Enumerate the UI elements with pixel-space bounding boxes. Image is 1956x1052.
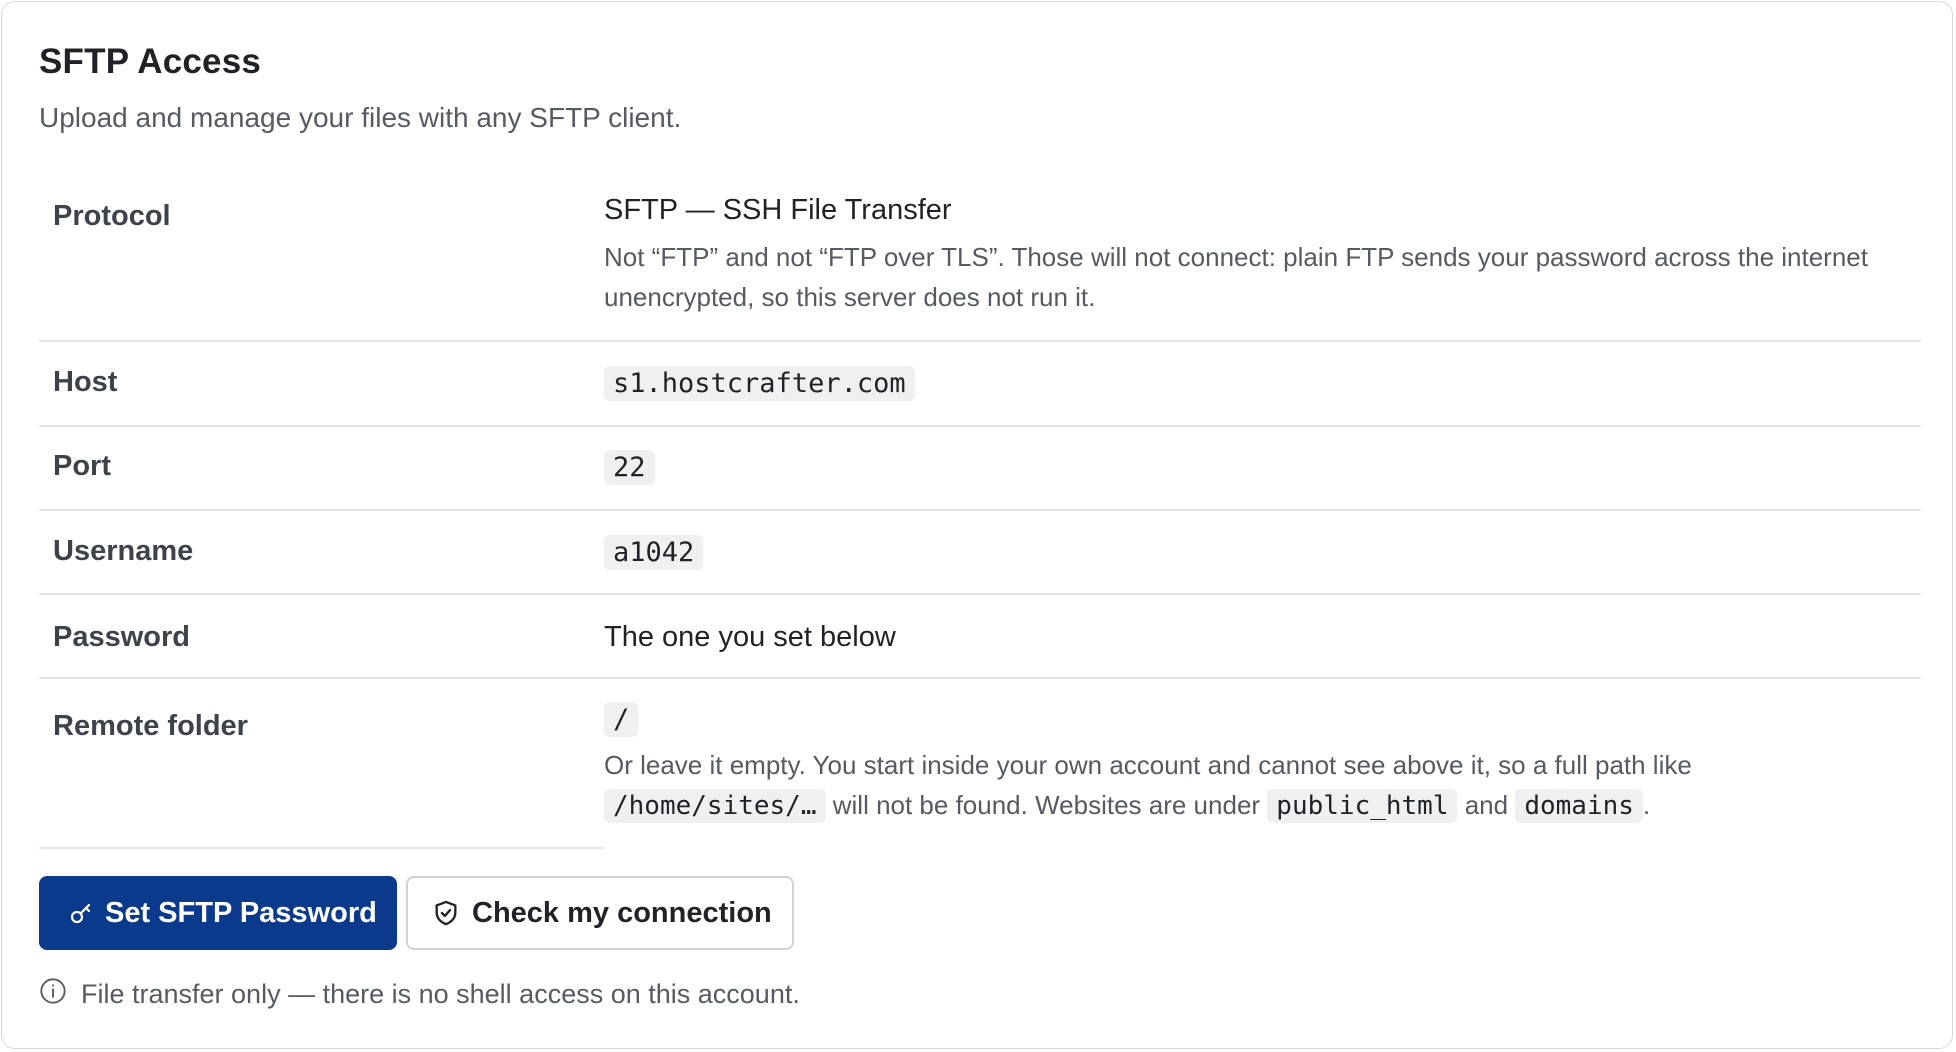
- username-value[interactable]: a1042: [604, 535, 704, 570]
- footer-text: File transfer only — there is no shell a…: [81, 979, 800, 1009]
- host-value[interactable]: s1.hostcrafter.com: [604, 366, 915, 401]
- port-cell: 22: [604, 450, 1921, 509]
- example-path-code: /home/sites/…: [604, 789, 826, 823]
- username-label: Username: [53, 535, 194, 567]
- port-label: Port: [53, 450, 111, 482]
- check-connection-label: Check my connection: [472, 896, 772, 929]
- remote-folder-row: Remote folder / Or leave it empty. You s…: [39, 679, 1921, 849]
- protocol-label: Protocol: [53, 200, 171, 232]
- username-row: Username a1042: [39, 511, 1921, 595]
- protocol-note: Not “FTP” and not “FTP over TLS”. Those …: [604, 242, 1868, 312]
- host-row: Host s1.hostcrafter.com: [39, 342, 1921, 427]
- page-subtitle: Upload and manage your files with any SF…: [39, 102, 682, 133]
- sftp-access-card: SFTP Access Upload and manage your files…: [1, 1, 1953, 1049]
- page-title: SFTP Access: [39, 42, 262, 81]
- key-icon: [69, 901, 93, 925]
- shield-check-icon: [432, 899, 460, 927]
- password-value: The one you set below: [604, 621, 896, 653]
- footer-note: File transfer only — there is no shell a…: [39, 977, 800, 1012]
- protocol-value: SFTP — SSH File Transfer: [604, 194, 952, 226]
- username-cell: a1042: [604, 535, 1921, 593]
- port-row: Port 22: [39, 427, 1921, 511]
- remote-folder-note: Or leave it empty. You start inside your…: [604, 745, 1921, 825]
- password-row: Password The one you set below: [39, 595, 1921, 679]
- remote-folder-cell: / Or leave it empty. You start inside yo…: [604, 702, 1921, 849]
- divider: [39, 847, 604, 849]
- protocol-row: Protocol SFTP — SSH File Transfer Not “F…: [39, 180, 1921, 342]
- remote-folder-note-text-4: .: [1642, 790, 1651, 820]
- set-sftp-password-label: Set SFTP Password: [105, 896, 377, 929]
- password-label: Password: [53, 621, 190, 653]
- set-sftp-password-button[interactable]: Set SFTP Password: [39, 876, 397, 950]
- host-label: Host: [53, 366, 118, 398]
- info-icon: [39, 977, 67, 1012]
- remote-folder-label: Remote folder: [53, 710, 248, 742]
- remote-folder-note-text-3: and: [1464, 790, 1509, 820]
- remote-folder-value[interactable]: /: [604, 702, 639, 737]
- host-cell: s1.hostcrafter.com: [604, 366, 1921, 425]
- check-connection-button[interactable]: Check my connection: [406, 876, 794, 950]
- remote-folder-note-text-1: Or leave it empty. You start inside your…: [604, 750, 1692, 780]
- protocol-cell: SFTP — SSH File Transfer Not “FTP” and n…: [604, 194, 1921, 340]
- remote-folder-note-text-2: will not be found. Websites are under: [832, 790, 1261, 820]
- domains-code: domains: [1515, 789, 1643, 823]
- connection-details-table: Protocol SFTP — SSH File Transfer Not “F…: [39, 180, 1921, 849]
- port-value[interactable]: 22: [604, 450, 655, 485]
- public-html-code: public_html: [1267, 789, 1458, 823]
